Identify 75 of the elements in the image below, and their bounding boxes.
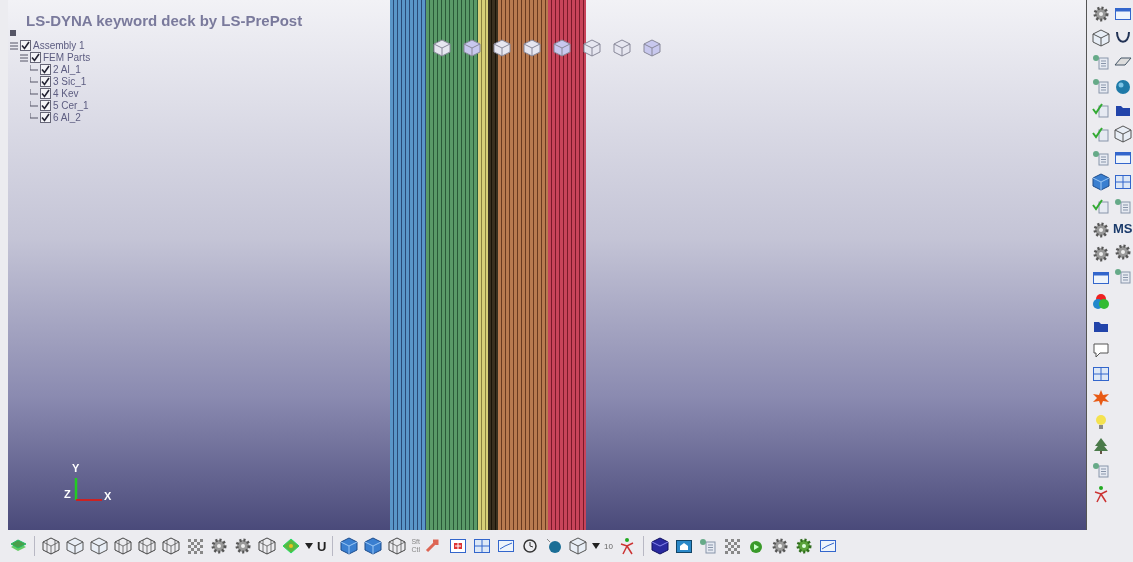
view-cube-icon[interactable] xyxy=(492,38,512,58)
chart-window-icon[interactable] xyxy=(818,537,837,555)
wireframe-cube-icon[interactable] xyxy=(138,537,156,555)
checkbox[interactable] xyxy=(40,88,51,99)
wireframe-cube-icon[interactable] xyxy=(388,537,407,555)
wireframe-cube-icon[interactable] xyxy=(258,537,276,555)
gear-icon[interactable] xyxy=(210,537,228,555)
ms-label[interactable]: MS xyxy=(1113,220,1133,238)
checkbox[interactable] xyxy=(40,76,51,87)
tree-item[interactable]: 6 Al_2 xyxy=(53,112,81,123)
axis-label: Y xyxy=(72,462,80,474)
gear-icon[interactable] xyxy=(1092,245,1110,263)
gear-icon[interactable] xyxy=(770,537,789,555)
checkerboard-icon[interactable] xyxy=(722,537,741,555)
window-icon[interactable] xyxy=(1114,5,1132,23)
checkbox[interactable] xyxy=(40,100,51,111)
sphere-icon[interactable] xyxy=(1114,77,1132,95)
gear-icon[interactable] xyxy=(1114,243,1132,261)
grid-icon[interactable] xyxy=(1092,365,1110,383)
color-wheel-icon[interactable] xyxy=(1092,293,1110,311)
tree-icon[interactable] xyxy=(1092,437,1110,455)
tree-item[interactable]: 5 Cer_1 xyxy=(53,100,89,111)
tree-item[interactable]: 2 Al_1 xyxy=(53,64,81,75)
cube-icon[interactable] xyxy=(340,537,359,555)
tree-item[interactable]: 3 Sic_1 xyxy=(53,76,87,87)
checklist-icon[interactable] xyxy=(1092,101,1110,119)
u-button[interactable]: U xyxy=(317,538,327,554)
grid-icon[interactable] xyxy=(472,537,491,555)
axis-label: X xyxy=(104,490,112,502)
checkbox[interactable] xyxy=(40,64,51,75)
view-cube-icon[interactable] xyxy=(522,38,542,58)
caret-icon[interactable] xyxy=(305,543,313,549)
tree-line xyxy=(30,77,38,86)
chart-window-icon[interactable] xyxy=(496,537,515,555)
cube-icon[interactable] xyxy=(650,537,669,555)
sphere-icon[interactable] xyxy=(544,537,563,555)
home-window-icon[interactable] xyxy=(674,537,693,555)
gear-icon[interactable] xyxy=(794,537,813,555)
tree-line xyxy=(30,113,38,122)
caret-icon[interactable] xyxy=(591,543,600,549)
view-cube-icon[interactable] xyxy=(552,38,572,58)
viewport-title: LS-DYNA keyword deck by LS-PrePost xyxy=(26,12,303,29)
speech-bubble-icon[interactable] xyxy=(1092,341,1110,359)
checkbox[interactable] xyxy=(20,40,31,51)
checkbox[interactable] xyxy=(40,112,51,123)
checklist-icon[interactable] xyxy=(1092,197,1110,215)
checkerboard-icon[interactable] xyxy=(186,537,204,555)
tree-handle-icon xyxy=(10,30,16,36)
tree-item[interactable]: 4 Kev xyxy=(53,88,79,99)
checkbox[interactable] xyxy=(30,52,41,63)
gear-icon[interactable] xyxy=(234,537,252,555)
stick-figure-icon[interactable] xyxy=(1092,485,1110,503)
cube-icon[interactable] xyxy=(1092,173,1110,191)
view-cube-icon[interactable] xyxy=(432,38,452,58)
count-label[interactable]: 10 xyxy=(603,541,613,551)
tree-item[interactable]: Assembly 1 xyxy=(33,40,85,51)
add-icon[interactable] xyxy=(448,537,467,555)
gear-icon[interactable] xyxy=(1092,5,1110,23)
starburst-icon[interactable] xyxy=(1092,389,1110,407)
wireframe-cube-icon[interactable] xyxy=(42,537,60,555)
tree-item[interactable]: FEM Parts xyxy=(43,52,91,63)
axis-label: Z xyxy=(64,488,71,500)
wireframe-cube-icon[interactable] xyxy=(162,537,180,555)
gear-icon[interactable] xyxy=(1092,221,1110,239)
checklist-icon[interactable] xyxy=(1092,125,1110,143)
view-cube-icon[interactable] xyxy=(462,38,482,58)
cube-icon[interactable] xyxy=(364,537,383,555)
window-icon[interactable] xyxy=(1092,269,1110,287)
grid-icon[interactable] xyxy=(1114,173,1132,191)
tree-line xyxy=(30,89,38,98)
tree-line xyxy=(30,101,38,110)
tree-line xyxy=(30,65,38,74)
wireframe-cube-icon[interactable] xyxy=(114,537,132,555)
view-cube-icon[interactable] xyxy=(582,38,602,58)
window-icon[interactable] xyxy=(1114,149,1132,167)
